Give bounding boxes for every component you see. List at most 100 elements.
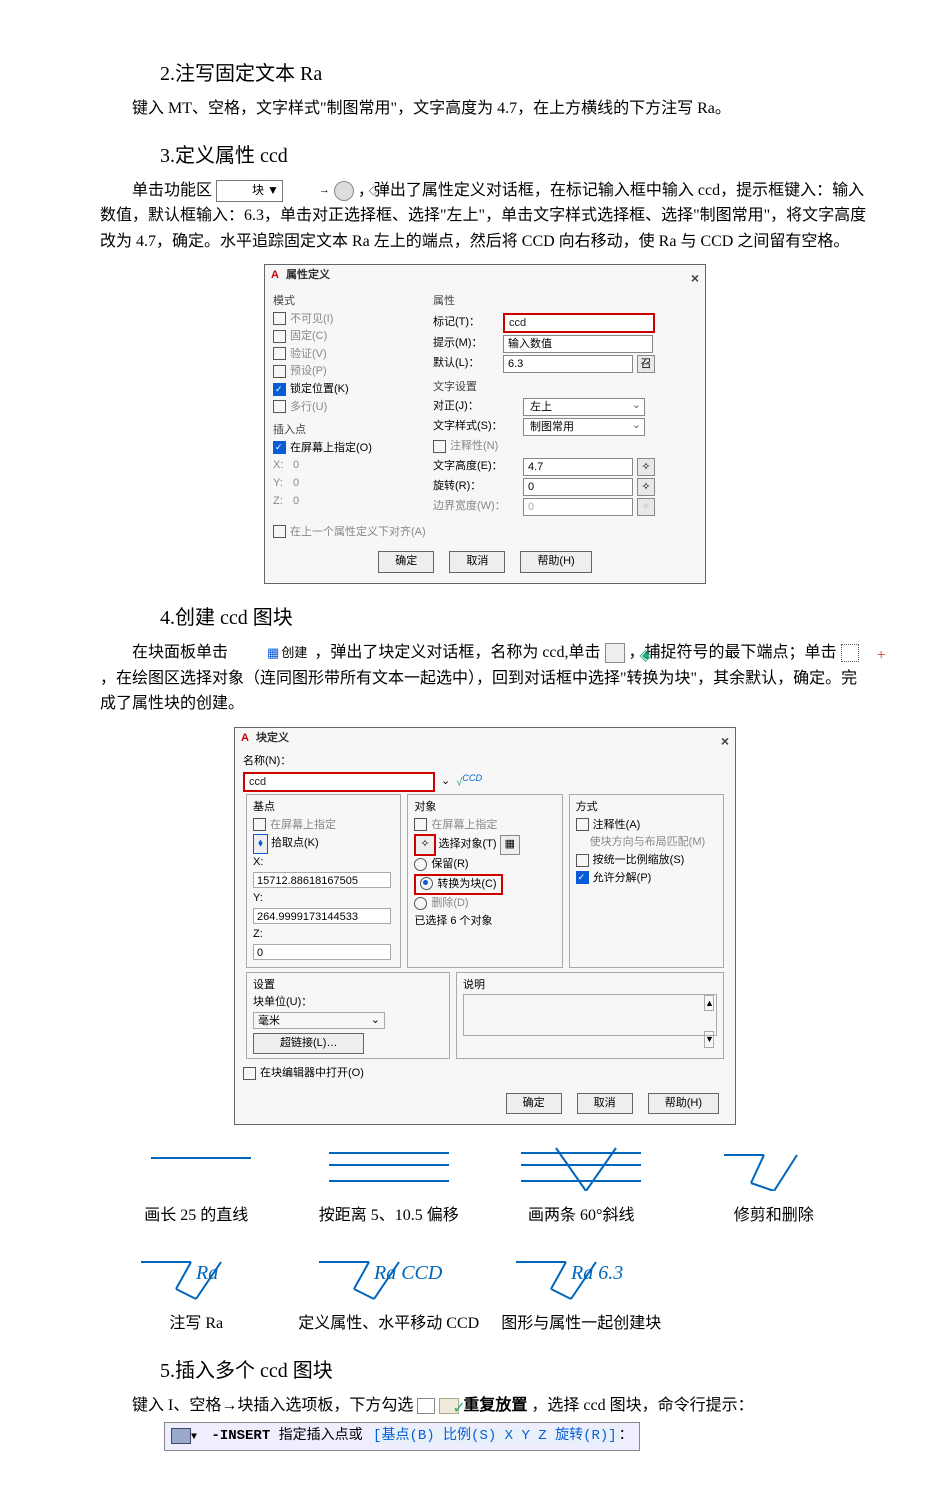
diag-5: Ra	[100, 1247, 293, 1307]
settings-label: 设置	[253, 977, 443, 995]
chk-preset[interactable]: 预设(P)	[273, 363, 433, 381]
diagram-row-2: Ra Ra CCD Ra 6.3	[100, 1247, 870, 1307]
close-icon-2[interactable]: ×	[721, 730, 729, 752]
by-input[interactable]: 264.9999173144533	[253, 908, 391, 924]
help-button-2[interactable]: 帮助(H)	[648, 1093, 719, 1115]
basept-label: 基点	[253, 799, 394, 817]
attribute-definition-dialog: A 属性定义 × 模式 不可见(I) 固定(C) 验证(V) 预设(P) 锁定位…	[264, 264, 706, 584]
pickpt-label[interactable]: 拾取点(K)	[271, 837, 319, 849]
justify-label: 对正(J)：	[433, 398, 523, 416]
chk-onscreen[interactable]: 在屏幕上指定(O)	[273, 440, 433, 458]
diag-1	[100, 1143, 293, 1199]
default-field-button[interactable]: 召	[637, 355, 655, 373]
style-label: 文字样式(S)：	[433, 418, 523, 436]
attr-def-icon[interactable]	[334, 181, 354, 201]
diag-7: Ra 6.3	[485, 1247, 678, 1307]
name-input[interactable]: ccd	[243, 772, 435, 792]
chk-invisible[interactable]: 不可见(I)	[273, 311, 433, 329]
help-button[interactable]: 帮助(H)	[520, 551, 591, 573]
block-dropdown-button[interactable]: 块 ▼	[216, 180, 283, 201]
chk-open-blockeditor[interactable]: 在块编辑器中打开(O)	[243, 1065, 727, 1083]
chk-explode[interactable]: 允许分解(P)	[576, 870, 717, 888]
tag-input[interactable]: ccd	[503, 313, 655, 333]
heading-5: 5.插入多个 ccd 图块	[160, 1355, 870, 1387]
bz-label: Z:	[253, 928, 263, 940]
bx-input[interactable]: 15712.88618167505	[253, 872, 391, 888]
chk-const[interactable]: 固定(C)	[273, 328, 433, 346]
rotation-pick-button[interactable]: ✧	[637, 478, 655, 496]
ok-button-2[interactable]: 确定	[506, 1093, 562, 1115]
ra-text-1: Ra	[195, 1262, 218, 1284]
radio-convert[interactable]: 转换为块(C)	[414, 874, 502, 896]
obj-onscreen[interactable]: 在屏幕上指定	[431, 819, 497, 831]
close-icon[interactable]: ×	[691, 267, 699, 289]
command-line: ▼ -INSERT 指定插入点或 [基点(B) 比例(S) X Y Z 旋转(R…	[164, 1418, 870, 1454]
y-label: Y:	[273, 475, 293, 493]
heading-3: 3.定义属性 ccd	[160, 140, 870, 172]
dialog1-titlebar: A 属性定义 ×	[265, 265, 705, 287]
bx-label: X:	[253, 856, 263, 868]
cap-5: 注写 Ra	[100, 1311, 293, 1337]
dialog1-footer: 确定 取消 帮助(H)	[265, 545, 705, 583]
quicksel-icon[interactable]: ▦	[500, 835, 520, 855]
chk-align-prev[interactable]: 在上一个属性定义下对齐(A)	[273, 524, 697, 542]
chk-scale[interactable]: 按统一比例缩放(S)	[576, 852, 717, 870]
justify-select[interactable]: 左上	[523, 398, 645, 416]
ok-button[interactable]: 确定	[378, 551, 434, 573]
base-onscreen[interactable]: 在屏幕上指定	[270, 819, 336, 831]
diag-3	[485, 1143, 678, 1199]
chk-annot2[interactable]: 注释性(A)	[576, 817, 717, 835]
pickpt-icon[interactable]: ⬧	[253, 834, 268, 854]
heading-2: 2.注写固定文本 Ra	[160, 58, 870, 90]
z-value: 0	[293, 495, 299, 507]
app-a-icon-2: A	[241, 732, 249, 744]
rotation-input[interactable]: 0	[523, 478, 633, 496]
name-label: 名称(N)：	[243, 753, 727, 771]
diag-4	[678, 1143, 871, 1199]
x-value: 0	[293, 459, 299, 471]
cmd-dropdown-icon[interactable]: ▼	[191, 1430, 197, 1446]
create-block-button[interactable]: 创建	[232, 643, 310, 664]
cancel-button-2[interactable]: 取消	[577, 1093, 633, 1115]
sel-count: 已选择 6 个对象	[414, 913, 555, 931]
para-2-1: 键入 MT、空格，文字样式"制图常用"，文字高度为 4.7，在上方横线的下方注写…	[100, 96, 870, 122]
hyperlink-button[interactable]: 超链接(L)…	[253, 1033, 364, 1055]
p4-b: ，弹出了块定义对话框，名称为 ccd,单击	[314, 644, 600, 661]
cap-7: 图形与属性一起创建块	[485, 1311, 678, 1337]
radio-delete[interactable]: 删除(D)	[414, 895, 555, 913]
style-select[interactable]: 制图常用	[523, 418, 645, 436]
cmd-options[interactable]: [基点(B) 比例(S) X Y Z 旋转(R)]	[371, 1428, 619, 1444]
chk-annotative[interactable]: 注释性(N)	[433, 438, 697, 456]
by-label: Y:	[253, 892, 263, 904]
chk-verify[interactable]: 验证(V)	[273, 346, 433, 364]
cmd-rest: 指定插入点或	[270, 1428, 371, 1444]
diag-empty	[678, 1247, 871, 1307]
default-input[interactable]: 6.3	[503, 355, 633, 373]
text-height-input[interactable]: 4.7	[523, 458, 633, 476]
pick-point-icon[interactable]	[605, 643, 625, 663]
prompt-input[interactable]: 输入数值	[503, 335, 653, 353]
text-height-label: 文字高度(E)：	[433, 458, 523, 476]
cmd-prompt-icon	[171, 1428, 191, 1444]
unit-select[interactable]: 毫米	[253, 1012, 385, 1029]
mode-label-2: 方式	[576, 799, 717, 817]
height-pick-button[interactable]: ✧	[637, 458, 655, 476]
select-objects-icon[interactable]	[841, 644, 859, 662]
cancel-button[interactable]: 取消	[449, 551, 505, 573]
chk-lock[interactable]: 锁定位置(K)	[273, 381, 433, 399]
bz-input[interactable]: 0	[253, 944, 391, 960]
repeat-check-icon[interactable]	[417, 1398, 435, 1414]
cap-4: 修剪和删除	[678, 1203, 871, 1229]
selobj-icon[interactable]: ✧	[414, 834, 435, 856]
text-settings-label: 文字设置	[433, 379, 697, 397]
y-value: 0	[293, 477, 299, 489]
description-textarea[interactable]: ▲▼	[463, 994, 717, 1036]
para-5-1: 键入 I、空格→块插入选项板，下方勾选 重复放置 ，选择 ccd 图块，命令行提…	[100, 1393, 870, 1419]
para-4-1: 在块面板单击 创建 ，弹出了块定义对话框，名称为 ccd,单击 ，捕捉符号的最下…	[100, 640, 870, 717]
chk-multi[interactable]: 多行(U)	[273, 399, 433, 417]
diagram-captions-1: 画长 25 的直线 按距离 5、10.5 偏移 画两条 60°斜线 修剪和删除	[100, 1203, 870, 1229]
selobj-label[interactable]: 选择对象(T)	[439, 838, 497, 850]
obj-label: 对象	[414, 799, 555, 817]
radio-retain[interactable]: 保留(R)	[414, 856, 555, 874]
bwidth-pick-button: ✧	[637, 498, 655, 516]
